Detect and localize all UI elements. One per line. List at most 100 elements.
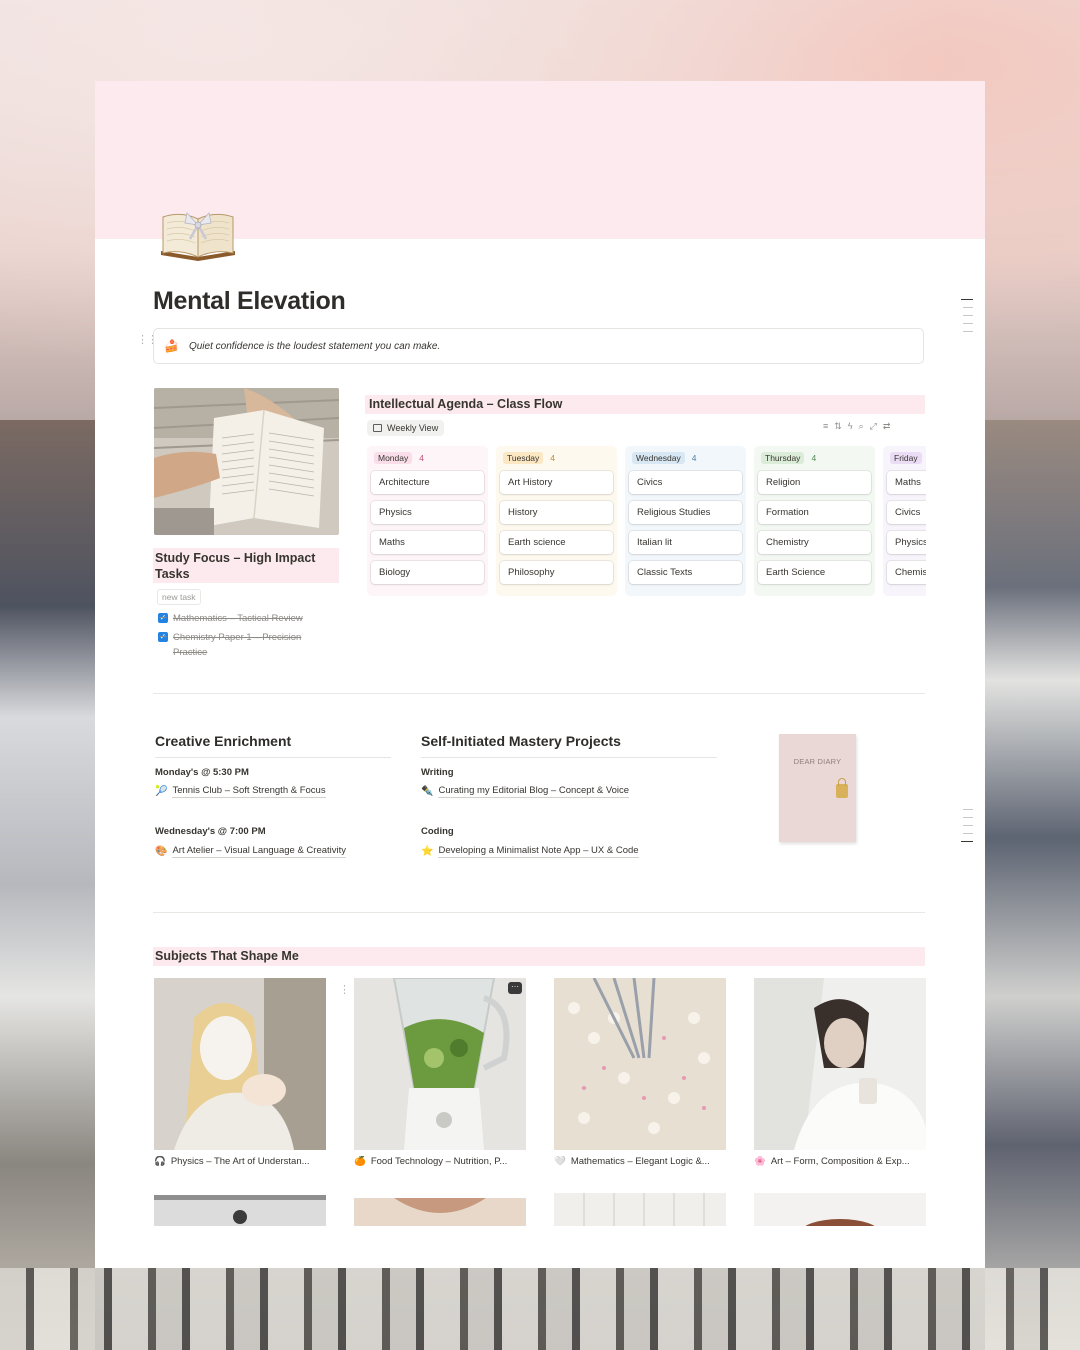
mastery-projects-heading[interactable]: Self-Initiated Mastery Projects: [421, 733, 621, 749]
board-card[interactable]: Italian lit: [629, 531, 742, 554]
expand-icon[interactable]: ⤢: [870, 421, 877, 432]
column-header[interactable]: Friday: [887, 452, 926, 464]
board-card[interactable]: History: [500, 501, 613, 524]
column-header[interactable]: Wednesday 4: [629, 452, 742, 464]
gallery-caption[interactable]: 🎧 Physics – The Art of Understan...: [154, 1156, 326, 1167]
board-card[interactable]: Physics: [887, 531, 926, 554]
column-header[interactable]: Tuesday 4: [500, 452, 613, 464]
study-focus-heading[interactable]: Study Focus – High Impact Tasks: [153, 548, 339, 583]
board-card[interactable]: Architecture: [371, 471, 484, 494]
book-with-bow-icon[interactable]: [157, 203, 239, 267]
more-options-button[interactable]: ···: [508, 982, 522, 994]
background-rooftops-right: [985, 420, 1080, 1350]
tennis-ball-icon: 🎾: [155, 786, 168, 797]
table-of-contents-indicator[interactable]: [959, 809, 973, 849]
gallery-caption[interactable]: 🌸 Art – Form, Composition & Exp...: [754, 1156, 926, 1167]
board-card[interactable]: Religious Studies: [629, 501, 742, 524]
headphones-icon: 🎧: [154, 1156, 166, 1167]
agenda-heading[interactable]: Intellectual Agenda – Class Flow: [365, 395, 925, 414]
schedule-time: Wednesday's @ 7:00 PM: [155, 826, 266, 837]
day-tag: Tuesday: [503, 452, 544, 464]
schedule-time: Monday's @ 5:30 PM: [155, 767, 249, 778]
divider: [153, 912, 925, 913]
project-label: Developing a Minimalist Note App – UX & …: [438, 845, 639, 858]
gallery-image: ···: [354, 978, 526, 1150]
sort-icon[interactable]: ⇅: [834, 421, 842, 432]
background-rooftops-left: [0, 420, 95, 1350]
board-column-wednesday: Wednesday 4 Civics Religious Studies Italian…: [625, 446, 746, 596]
column-count: 4: [550, 453, 556, 463]
board-card[interactable]: Classic Texts: [629, 561, 742, 584]
new-task-button[interactable]: new task: [157, 589, 201, 605]
caption-text: Physics – The Art of Understan...: [170, 1156, 310, 1167]
board-card[interactable]: Religion: [758, 471, 871, 494]
gallery-card[interactable]: [554, 1193, 726, 1226]
task-label: Chemistry Paper 1 – Precision Practice: [173, 632, 302, 658]
gallery-card[interactable]: ··· 🍊 Food Technology – Nutrition, P...: [354, 978, 526, 1167]
board-card[interactable]: Civics: [887, 501, 926, 524]
settings-icon[interactable]: ⇄: [883, 421, 891, 432]
page-title[interactable]: Mental Elevation: [153, 287, 346, 316]
board-card[interactable]: Earth Science: [758, 561, 871, 584]
column-header[interactable]: Thursday 4: [758, 452, 871, 464]
project-link[interactable]: ⭐ Developing a Minimalist Note App – UX …: [421, 845, 639, 858]
board-card[interactable]: Earth science: [500, 531, 613, 554]
checkbox-checked-icon[interactable]: ✓: [158, 613, 168, 623]
activity-label: Tennis Club – Soft Strength & Focus: [172, 785, 326, 798]
board-toolbar: ≡ ⇅ ϟ ⌕ ⤢ ⇄: [823, 421, 890, 432]
heading-underline: [421, 757, 717, 758]
task-item[interactable]: ✓ Mathematics – Tactical Review: [158, 611, 303, 626]
board-card[interactable]: Chemistry: [758, 531, 871, 554]
lightning-icon[interactable]: ϟ: [848, 421, 853, 432]
gallery-card[interactable]: [354, 1198, 526, 1226]
callout-text[interactable]: Quiet confidence is the loudest statemen…: [189, 341, 440, 352]
task-item[interactable]: ✓ Chemistry Paper 1 – Precision Practice: [158, 630, 318, 660]
gallery-card[interactable]: [754, 1193, 926, 1226]
board-column-thursday: Thursday 4 Religion Formation Chemistry Earth…: [754, 446, 875, 596]
board-card[interactable]: Formation: [758, 501, 871, 524]
activity-link[interactable]: 🎨 Art Atelier – Visual Language & Creati…: [155, 845, 347, 858]
filter-icon[interactable]: ≡: [823, 421, 828, 432]
checkbox-checked-icon[interactable]: ✓: [158, 632, 168, 642]
gallery-caption[interactable]: 🍊 Food Technology – Nutrition, P...: [354, 1156, 526, 1167]
board-card[interactable]: Art History: [500, 471, 613, 494]
creative-enrichment-heading[interactable]: Creative Enrichment: [155, 733, 291, 749]
board-card[interactable]: Civics: [629, 471, 742, 494]
board-card[interactable]: Chemis: [887, 561, 926, 584]
board-card[interactable]: Maths: [887, 471, 926, 494]
activity-label: Art Atelier – Visual Language & Creativi…: [172, 845, 347, 858]
notion-page: Mental Elevation ⋮⋮ 🍰 Quiet confidence i…: [95, 81, 985, 1268]
gallery-image: [754, 978, 926, 1150]
gallery-card[interactable]: [154, 1195, 326, 1226]
column-count: 4: [811, 453, 817, 463]
gallery-card[interactable]: 🎧 Physics – The Art of Understan...: [154, 978, 326, 1167]
search-icon[interactable]: ⌕: [859, 421, 864, 432]
column-header[interactable]: Monday 4: [371, 452, 484, 464]
view-label: Weekly View: [387, 423, 439, 433]
quote-callout[interactable]: 🍰 Quiet confidence is the loudest statem…: [153, 328, 924, 364]
board-card[interactable]: Physics: [371, 501, 484, 524]
board-view-icon: [373, 424, 382, 432]
subjects-heading[interactable]: Subjects That Shape Me: [153, 947, 925, 966]
gallery-caption[interactable]: 🤍 Mathematics – Elegant Logic &...: [554, 1156, 726, 1167]
day-tag: Thursday: [761, 452, 805, 464]
board-card[interactable]: Philosophy: [500, 561, 613, 584]
gallery-card[interactable]: 🤍 Mathematics – Elegant Logic &...: [554, 978, 726, 1167]
board-card[interactable]: Biology: [371, 561, 484, 584]
board-card[interactable]: Maths: [371, 531, 484, 554]
cake-icon: 🍰: [164, 339, 179, 353]
activity-link[interactable]: 🎾 Tennis Club – Soft Strength & Focus: [155, 785, 326, 798]
kanban-board: Monday 4 Architecture Physics Maths Biology Tu…: [367, 446, 926, 598]
day-tag: Monday: [374, 452, 413, 464]
divider: [153, 693, 925, 694]
dear-diary-image: DEAR DIARY: [779, 734, 856, 842]
weekly-view-tab[interactable]: Weekly View: [367, 420, 445, 436]
background-rooftops-bottom: [0, 1268, 1080, 1350]
table-of-contents-indicator[interactable]: [959, 299, 973, 339]
project-link[interactable]: ✒️ Curating my Editorial Blog – Concept …: [421, 785, 630, 798]
task-label: Mathematics – Tactical Review: [173, 613, 303, 624]
day-tag: Wednesday: [632, 452, 685, 464]
column-count: 4: [691, 453, 697, 463]
gallery-card[interactable]: 🌸 Art – Form, Composition & Exp...: [754, 978, 926, 1167]
palette-icon: 🎨: [155, 846, 168, 857]
